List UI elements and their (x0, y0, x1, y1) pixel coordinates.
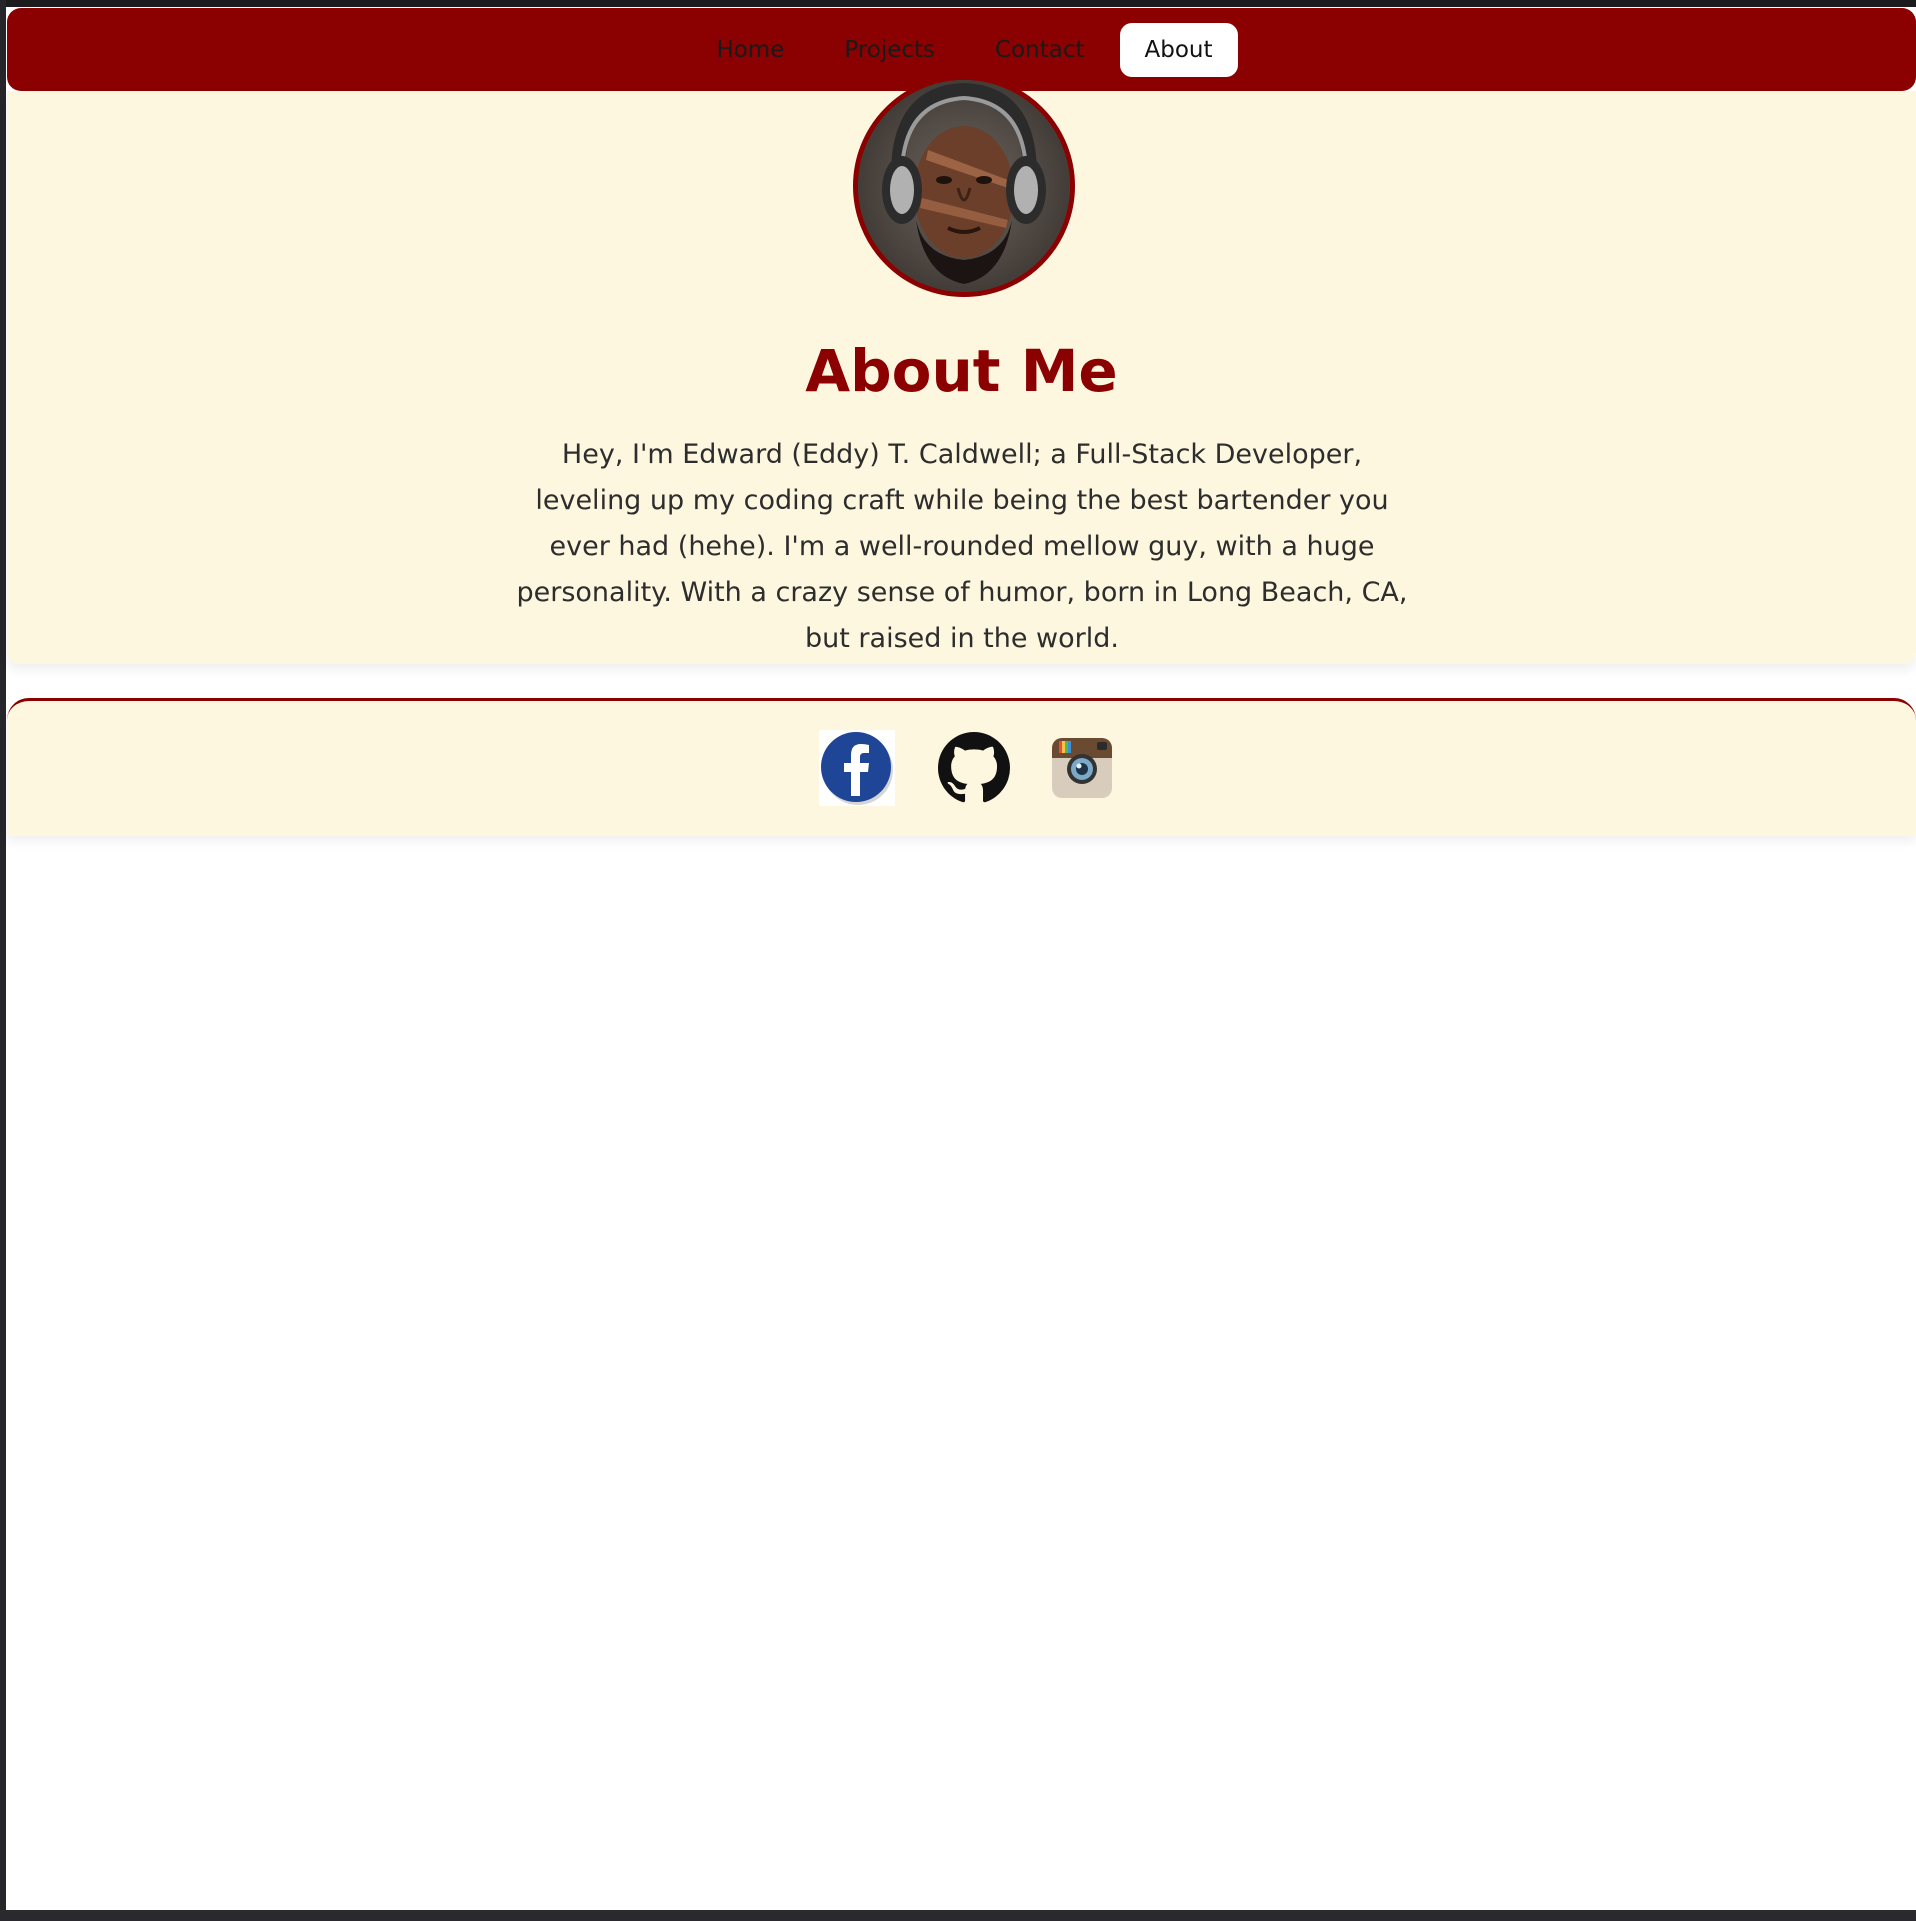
nav-link-projects[interactable]: Projects (819, 23, 960, 77)
about-section: About Me Hey, I'm Edward (Eddy) T. Caldw… (7, 75, 1916, 664)
about-text: Hey, I'm Edward (Eddy) T. Caldwell; a Fu… (516, 439, 1408, 654)
github-link[interactable] (937, 732, 1011, 804)
facebook-icon (819, 730, 895, 806)
window-bottom-edge (0, 1910, 1916, 1921)
github-icon (938, 732, 1010, 803)
facebook-link[interactable] (819, 730, 895, 806)
footer (7, 698, 1916, 836)
nav-link-about[interactable]: About (1119, 22, 1238, 77)
instagram-link[interactable] (1051, 737, 1113, 799)
window-left-edge (0, 0, 6, 1921)
nav-list: Home Projects Contact About (691, 22, 1238, 77)
profile-photo (858, 80, 1070, 292)
page-title: About Me (805, 337, 1118, 405)
nav-link-contact[interactable]: Contact (970, 23, 1109, 77)
avatar (853, 75, 1075, 297)
nav-link-home[interactable]: Home (691, 23, 809, 77)
window-top-edge (0, 0, 1916, 7)
instagram-icon (1052, 738, 1112, 798)
